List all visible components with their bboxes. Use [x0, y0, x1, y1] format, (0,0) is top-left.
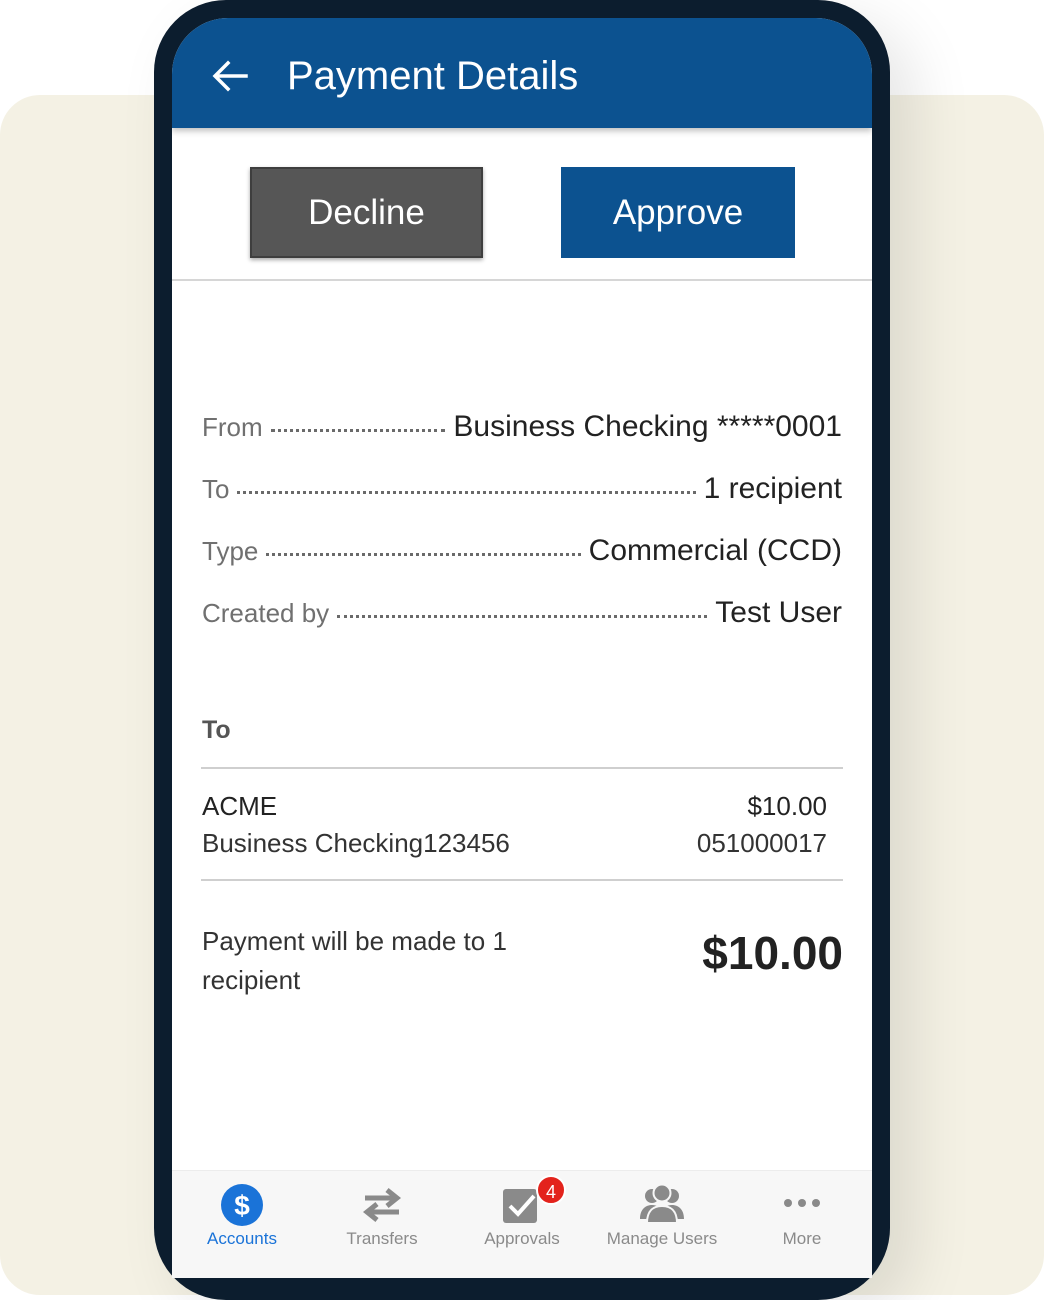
from-label: From	[202, 412, 263, 442]
nav-label: Manage Users	[606, 1229, 718, 1248]
users-icon	[640, 1183, 684, 1224]
dollar-icon: $	[221, 1184, 263, 1226]
recipient-account: Business Checking123456	[202, 828, 510, 858]
nav-manage-users[interactable]: Manage Users	[592, 1171, 732, 1278]
payment-summary-text: Payment will be made to 1 recipient	[202, 926, 507, 995]
dotted-leader	[270, 429, 446, 432]
recipient-routing-number: 051000017	[696, 828, 827, 858]
transfer-arrows-icon	[362, 1188, 402, 1222]
dotted-leader	[237, 491, 696, 494]
type-value: Commercial (CCD)	[588, 534, 842, 567]
divider	[201, 767, 843, 769]
nav-label: Approvals	[484, 1229, 560, 1248]
divider	[201, 879, 843, 881]
created-by-value: Test User	[715, 596, 842, 629]
to-label: To	[202, 474, 230, 504]
page-title: Payment Details	[287, 54, 579, 98]
divider	[172, 279, 872, 281]
dotted-leader	[266, 553, 581, 556]
to-value: 1 recipient	[703, 472, 842, 505]
nav-label: More	[782, 1229, 822, 1248]
detail-row-created-by: Created by Test User	[202, 596, 842, 630]
nav-more[interactable]: More	[732, 1171, 872, 1278]
payment-total: $10.00	[702, 927, 843, 979]
nav-accounts[interactable]: $ Accounts	[172, 1171, 312, 1278]
nav-approvals[interactable]: 4 Approvals	[452, 1171, 592, 1278]
recipient-amount: $10.00	[747, 791, 827, 821]
nav-label: Accounts	[207, 1229, 277, 1248]
bottom-navigation: $ Accounts Transfers 4 Approvals Manage …	[172, 1170, 872, 1278]
detail-row-type: Type Commercial (CCD)	[202, 534, 842, 568]
more-dots-icon	[784, 1199, 820, 1207]
nav-transfers[interactable]: Transfers	[312, 1171, 452, 1278]
phone-frame: Payment Details Decline Approve From Bus…	[154, 0, 890, 1300]
back-arrow-icon[interactable]	[210, 56, 250, 96]
svg-text:$: $	[234, 1190, 250, 1221]
detail-row-from: From Business Checking *****0001	[202, 410, 842, 444]
dotted-leader	[337, 615, 708, 618]
detail-row-to: To 1 recipient	[202, 472, 842, 506]
app-screen: Payment Details Decline Approve From Bus…	[172, 18, 872, 1278]
approve-button[interactable]: Approve	[561, 167, 795, 258]
type-label: Type	[202, 536, 259, 566]
decline-button[interactable]: Decline	[250, 167, 483, 258]
recipients-section-title: To	[202, 716, 231, 744]
app-header: Payment Details	[172, 18, 872, 128]
recipient-name: ACME	[202, 791, 278, 821]
nav-label: Transfers	[346, 1229, 418, 1248]
created-by-label: Created by	[202, 598, 330, 628]
from-value: Business Checking *****0001	[453, 410, 842, 443]
approvals-count-badge: 4	[536, 1175, 566, 1205]
